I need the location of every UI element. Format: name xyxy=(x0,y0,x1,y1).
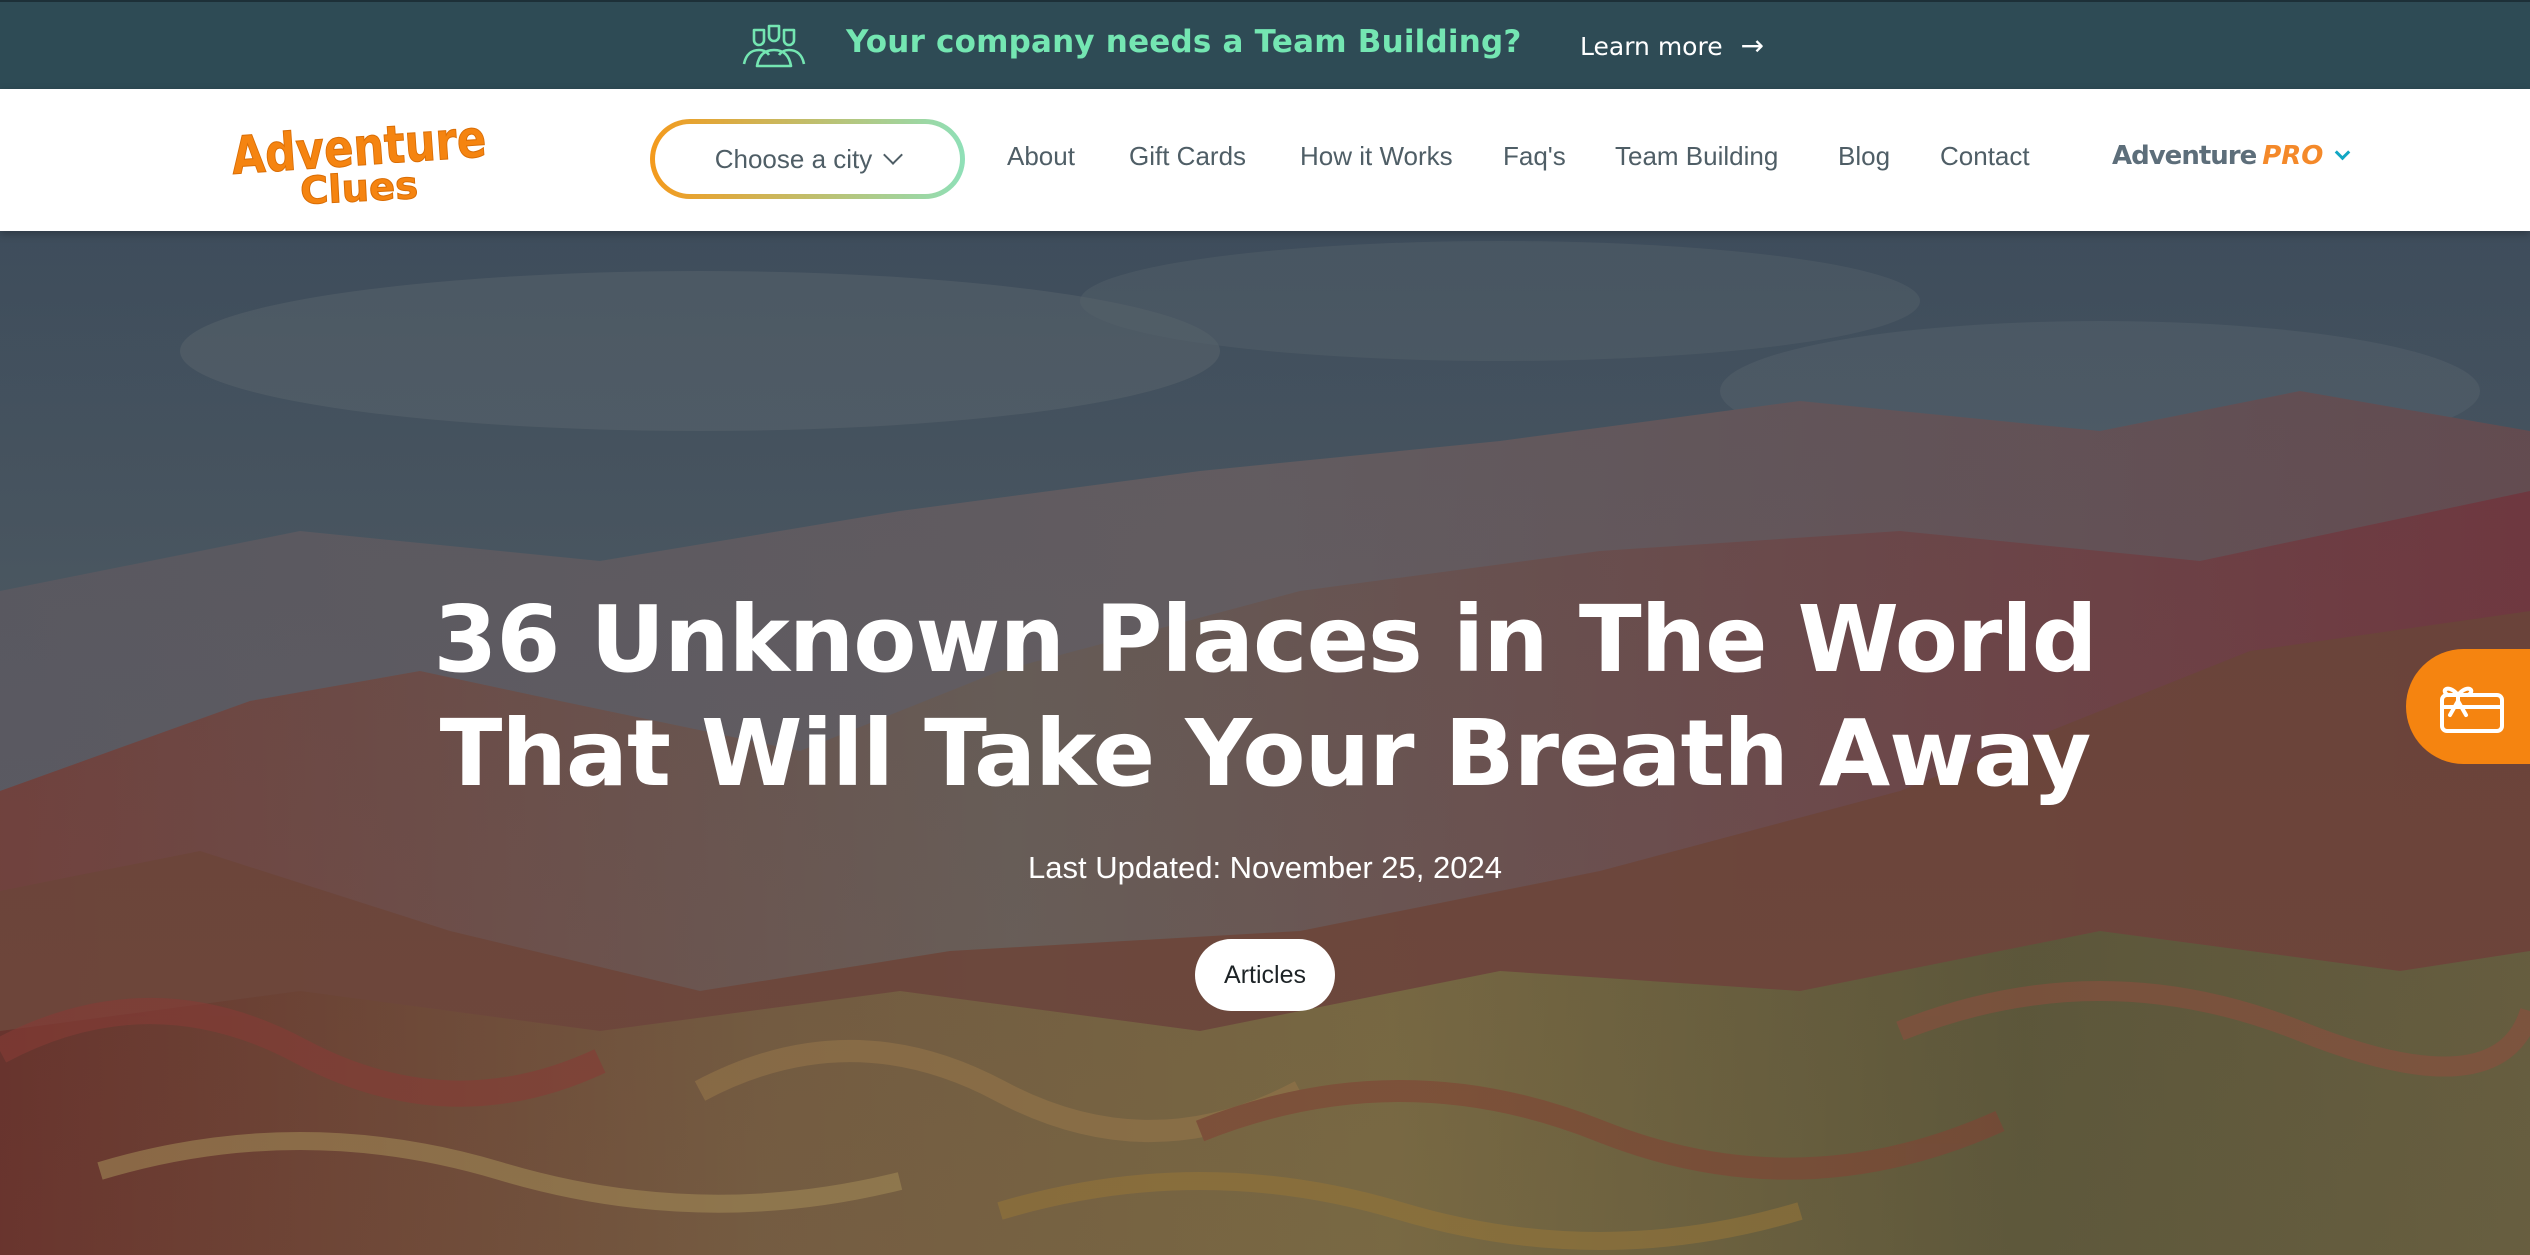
nav-blog[interactable]: Blog xyxy=(1838,141,1890,172)
learn-more-link[interactable]: Learn more → xyxy=(1580,28,1764,64)
choose-city-label: Choose a city xyxy=(714,143,873,174)
logo-line2: Clues xyxy=(299,163,419,207)
arrow-right-icon: → xyxy=(1740,29,1765,62)
articles-tag[interactable]: Articles xyxy=(1195,939,1335,1011)
nav-how-it-works[interactable]: How it Works xyxy=(1300,141,1453,172)
hero-title-line1: 36 Unknown Places in The World xyxy=(433,586,2097,693)
nav-about[interactable]: About xyxy=(1007,141,1075,172)
choose-city-button[interactable]: Choose a city xyxy=(650,119,965,199)
hero-title: 36 Unknown Places in The World That Will… xyxy=(265,583,2265,811)
adventure-pro-dropdown[interactable]: Adventure PRO xyxy=(2112,141,2351,171)
adventure-clues-logo[interactable]: Adventure Clues xyxy=(226,107,496,207)
nav-faqs[interactable]: Faq's xyxy=(1503,141,1566,172)
nav-gift-cards[interactable]: Gift Cards xyxy=(1129,141,1246,172)
pro-label-adventure: Adventure xyxy=(2112,141,2257,171)
promo-text: Your company needs a Team Building? xyxy=(846,24,1522,60)
gift-card-floating-button[interactable] xyxy=(2406,649,2530,764)
hero-title-line2: That Will Take Your Breath Away xyxy=(439,700,2092,807)
gift-card-icon xyxy=(2440,686,2504,733)
promo-banner: Your company needs a Team Building? Lear… xyxy=(0,0,2530,89)
pro-label-pro: PRO xyxy=(2262,141,2324,171)
nav-team-building[interactable]: Team Building xyxy=(1615,141,1778,172)
hero-section: 36 Unknown Places in The World That Will… xyxy=(0,231,2530,1255)
chevron-down-icon xyxy=(883,145,904,165)
main-navbar: Adventure Clues Choose a city About Gift… xyxy=(0,89,2530,231)
last-updated-date: Last Updated: November 25, 2024 xyxy=(1028,850,1502,885)
team-icon xyxy=(742,24,806,68)
choose-city-inner: Choose a city xyxy=(655,124,960,194)
chevron-down-icon xyxy=(2335,144,2351,160)
nav-contact[interactable]: Contact xyxy=(1940,141,2030,172)
learn-more-label: Learn more xyxy=(1580,31,1723,61)
